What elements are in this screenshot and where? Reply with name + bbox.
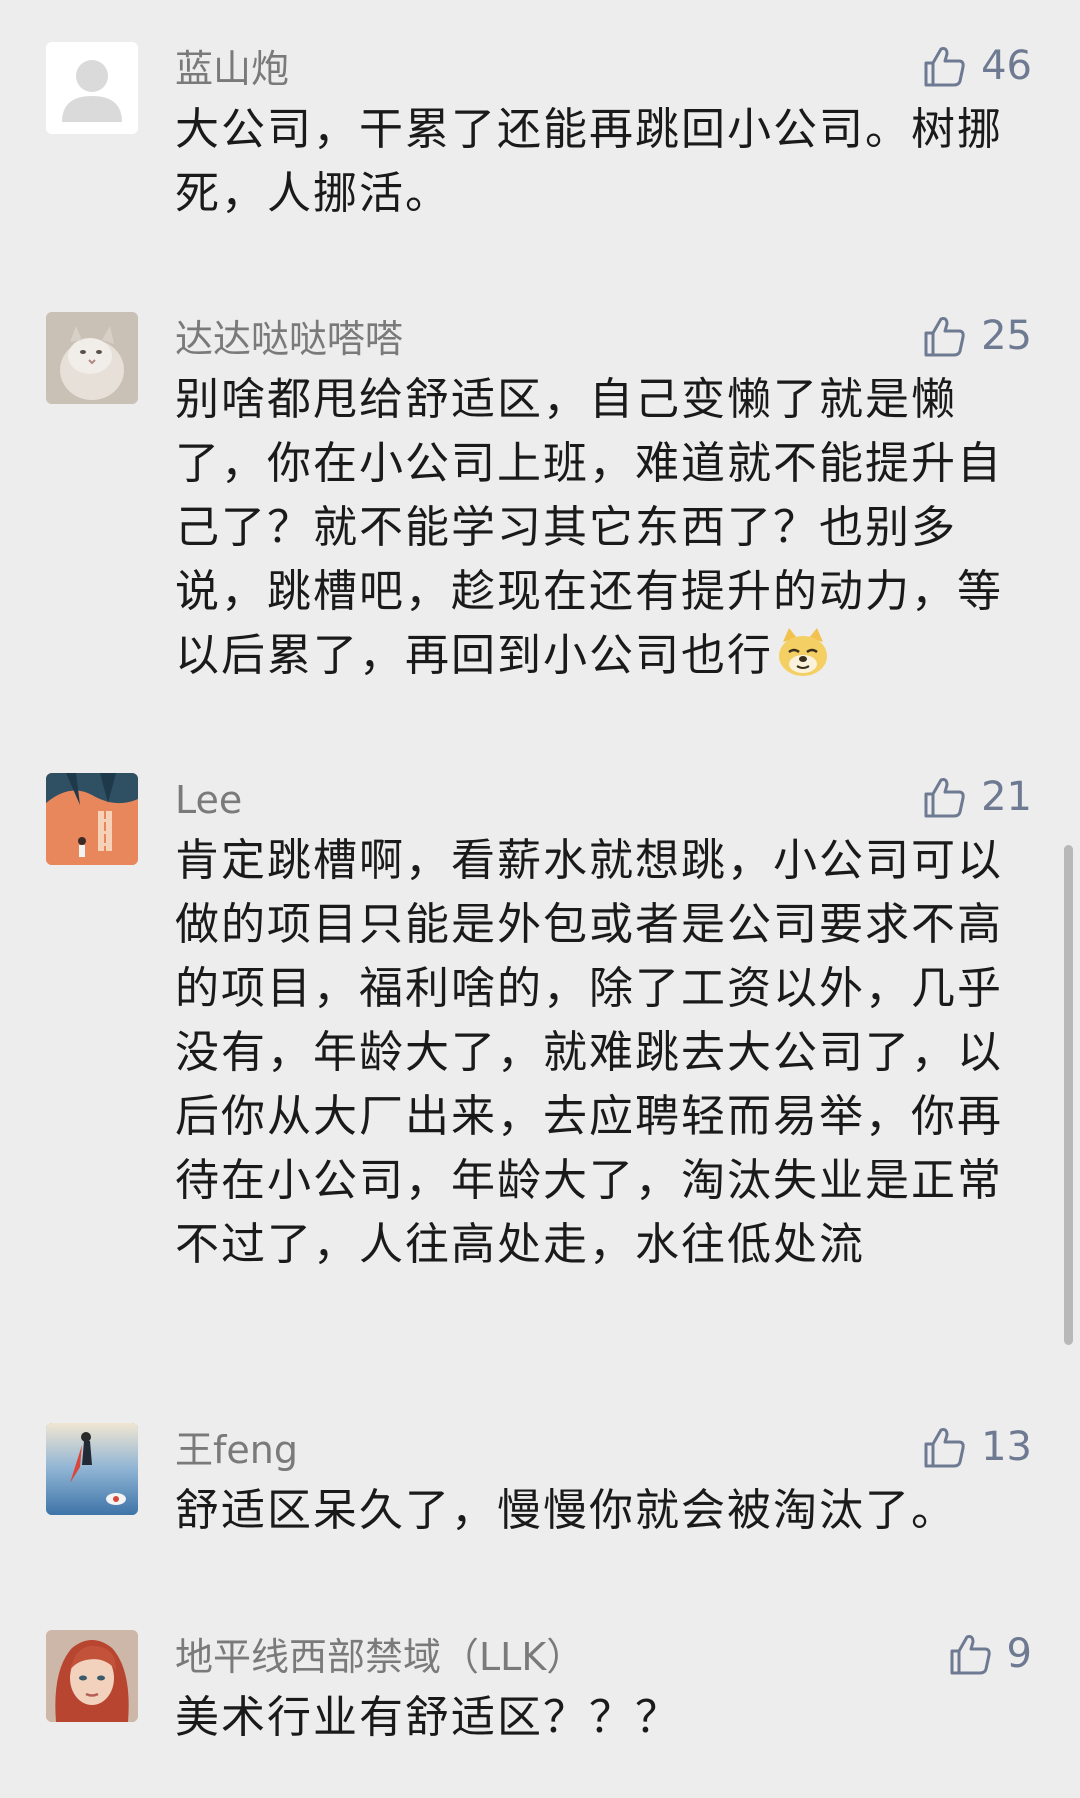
comment-text: 美术行业有舒适区？？？ [175,1692,681,1743]
comment-text-body: 别啥都甩给舒适区，自己变懒了就是懒了，你在小公司上班，难道就不能提升自己了？就不… [175,374,1003,681]
like-count: 13 [981,1424,1032,1470]
username[interactable]: Lee [175,775,242,825]
like-button[interactable]: 13 [921,1419,1032,1475]
username[interactable]: 地平线西部禁域（LLK） [175,1632,584,1682]
like-count: 21 [981,774,1032,820]
like-button[interactable]: 25 [921,308,1032,364]
thumbs-up-icon [921,1424,967,1470]
thumbs-up-icon [921,313,967,359]
thumbs-up-icon [921,43,967,89]
sky-illustration-avatar-icon [46,1423,138,1515]
like-button[interactable]: 46 [921,38,1032,94]
scrollbar[interactable] [1064,845,1073,1345]
illustration-avatar-icon [46,773,138,865]
avatar[interactable] [46,1630,138,1722]
avatar[interactable] [46,42,138,134]
avatar[interactable] [46,1423,138,1515]
like-count: 25 [981,313,1032,359]
thumbs-up-icon [921,774,967,820]
red-hair-character-avatar-icon [46,1630,138,1722]
doge-emoji-icon [775,624,831,698]
like-button[interactable]: 9 [947,1626,1032,1682]
comment-text: 别啥都甩给舒适区，自己变懒了就是懒了，你在小公司上班，难道就不能提升自己了？就不… [175,368,1005,698]
username[interactable]: 蓝山炮 [175,44,289,94]
avatar[interactable] [46,312,138,404]
like-count: 9 [1006,1631,1032,1677]
like-count: 46 [981,43,1032,89]
avatar[interactable] [46,773,138,865]
comment-text: 舒适区呆久了，慢慢你就会被淘汰了。 [175,1485,957,1536]
default-person-avatar-icon [46,42,138,134]
comment-text: 大公司，干累了还能再跳回小公司。树挪死，人挪活。 [175,104,1003,219]
username[interactable]: 王feng [175,1425,298,1475]
thumbs-up-icon [947,1631,993,1677]
username[interactable]: 达达哒哒嗒嗒 [175,314,403,364]
comment-text: 肯定跳槽啊，看薪水就想跳，小公司可以做的项目只能是外包或者是公司要求不高的项目，… [175,835,1003,1270]
like-button[interactable]: 21 [921,769,1032,825]
cat-photo-avatar-icon [46,312,138,404]
